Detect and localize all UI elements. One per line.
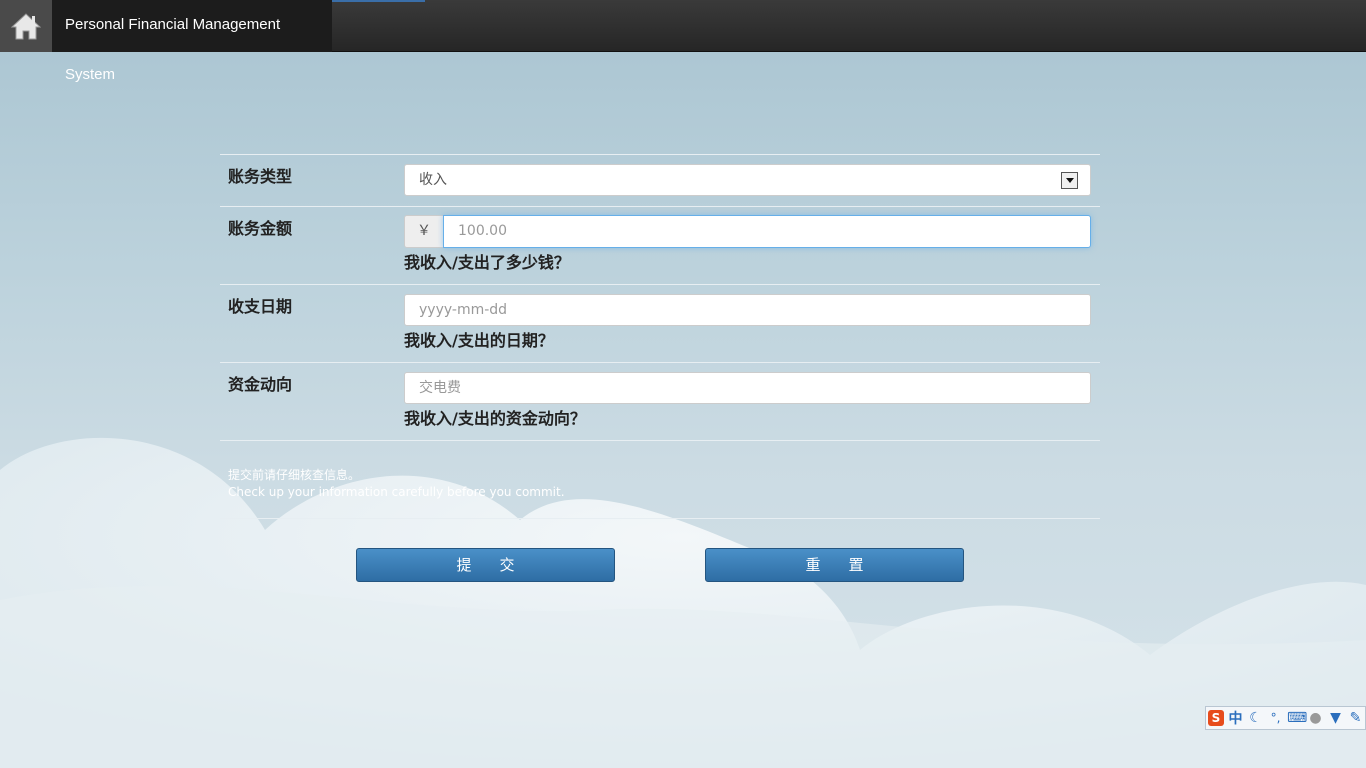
amount-input[interactable]: 100.00 — [443, 215, 1091, 248]
user-icon[interactable]: ● — [1307, 710, 1324, 726]
amount-label: 账务金额 — [228, 219, 293, 238]
type-label: 账务类型 — [228, 167, 293, 186]
type-select-value: 收入 — [419, 172, 447, 188]
commit-note-cn: 提交前请仔细核查信息。 — [228, 468, 361, 482]
chevron-down-icon[interactable] — [1061, 172, 1078, 189]
amount-help: 我收入/支出了多少钱？ — [404, 253, 570, 272]
amount-row: 账务金额 ￥ 100.00 我收入/支出了多少钱？ — [220, 206, 1100, 284]
flow-row: 资金动向 交电费 我收入/支出的资金动向？ — [220, 362, 1100, 440]
commit-note-en: Check up your information carefully befo… — [228, 485, 565, 499]
reset-button[interactable]: 重置 — [705, 548, 964, 582]
ime-toolbar: S 中 ☾ °, ⌨ ● ▼ ✎ — [1205, 706, 1366, 730]
submit-button[interactable]: 提交 — [356, 548, 615, 582]
wrench-icon[interactable]: ✎ — [1347, 710, 1364, 726]
date-input[interactable]: yyyy-mm-dd — [404, 294, 1091, 326]
date-label: 收支日期 — [228, 297, 293, 316]
home-icon — [11, 13, 41, 40]
flow-input[interactable]: 交电费 — [404, 372, 1091, 404]
transaction-form: 账务类型 收入 账务金额 ￥ 100.00 我收入/支出了多少钱？ 收支日期 y… — [220, 154, 1100, 519]
shirt-icon[interactable]: ▼ — [1327, 710, 1344, 726]
date-row: 收支日期 yyyy-mm-dd 我收入/支出的日期？ — [220, 284, 1100, 362]
top-navbar: Personal Financial Management System — [0, 0, 1366, 83]
moon-icon[interactable]: ☾ — [1247, 710, 1264, 726]
punctuation-toggle[interactable]: °, — [1267, 711, 1284, 725]
keyboard-icon[interactable]: ⌨ — [1287, 710, 1307, 726]
currency-addon: ￥ — [404, 215, 444, 248]
type-select[interactable]: 收入 — [404, 164, 1091, 196]
ime-mode[interactable]: 中 — [1227, 708, 1244, 728]
commit-note: 提交前请仔细核查信息。 Check up your information ca… — [228, 467, 565, 501]
flow-help: 我收入/支出的资金动向？ — [404, 409, 586, 428]
app-title[interactable]: Personal Financial Management System — [52, 0, 332, 83]
date-help: 我收入/支出的日期？ — [404, 331, 554, 350]
home-button[interactable] — [0, 0, 52, 52]
type-row: 账务类型 收入 — [220, 154, 1100, 206]
note-row: 提交前请仔细核查信息。 Check up your information ca… — [220, 440, 1100, 518]
form-bottom-divider — [220, 518, 1100, 519]
sogou-logo-icon[interactable]: S — [1208, 710, 1224, 726]
flow-label: 资金动向 — [228, 375, 293, 394]
